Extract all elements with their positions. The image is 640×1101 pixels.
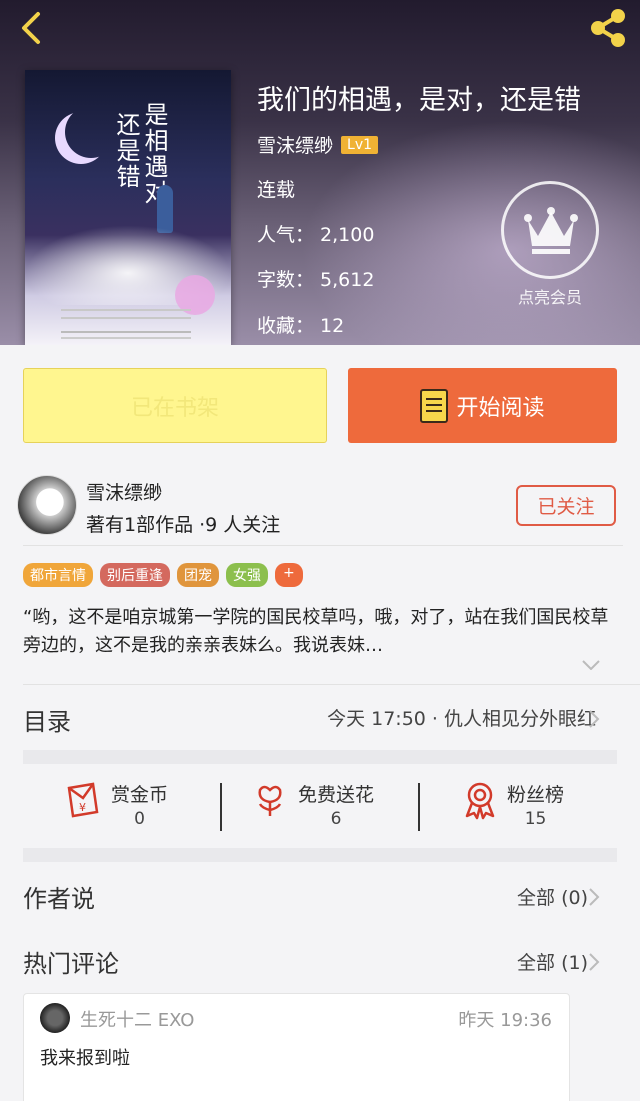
hot-comments-all[interactable]: 全部 (1): [517, 948, 588, 975]
reward-coins[interactable]: ¥ 赏金币 0: [63, 780, 168, 829]
send-flowers-label: 免费送花: [298, 784, 375, 806]
author-row[interactable]: 雪沫缥缈 Lv1: [257, 131, 379, 158]
book-synopsis[interactable]: “哟，这不是咱京城第一学院的国民校草吗，哦，对了，站在我们国民校草旁边的，这不是…: [23, 604, 620, 660]
toc-label[interactable]: 目录: [23, 702, 71, 737]
tag-item[interactable]: 都市言情: [23, 563, 93, 587]
tag-item[interactable]: 女强: [226, 563, 268, 587]
book-header: 是相遇对 还是错 我们的相遇，是对，还是错 雪沫缥缈 Lv1 连载 人气： 2,1…: [0, 0, 640, 345]
author-avatar[interactable]: [17, 475, 77, 535]
followed-button[interactable]: 已关注: [516, 485, 616, 526]
chevron-right-icon[interactable]: [588, 709, 600, 729]
favorites-label: 收藏：: [257, 315, 315, 337]
favorites-stat: 收藏： 12: [257, 311, 344, 338]
divider: [23, 545, 623, 546]
flower-icon: [258, 785, 282, 816]
author-works: 著有1部作品 ·9 人关注: [86, 514, 281, 536]
divider: [23, 684, 640, 685]
latest-chapter[interactable]: 今天 17:50 · 仇人相见分外眼红: [327, 704, 596, 731]
level-badge: Lv1: [341, 135, 379, 154]
start-reading-button[interactable]: 开始阅读: [348, 368, 617, 443]
back-icon[interactable]: [14, 8, 54, 48]
commenter-avatar[interactable]: [40, 1003, 70, 1033]
more-tags-button[interactable]: +: [275, 563, 303, 587]
status-text: 连载: [257, 179, 296, 201]
svg-text:¥: ¥: [79, 801, 86, 814]
in-shelf-button[interactable]: 已在书架: [23, 368, 327, 443]
divider: [418, 783, 420, 831]
author-card-name[interactable]: 雪沫缥缈: [86, 478, 162, 505]
send-flowers-value: 6: [330, 809, 342, 829]
cover-fine-print: [61, 331, 191, 333]
vip-label[interactable]: 点亮会员: [500, 284, 600, 308]
words-stat: 字数： 5,612: [257, 265, 374, 292]
cover-title-left: 还是错: [112, 112, 140, 190]
fan-ranking-label: 粉丝榜: [507, 784, 565, 806]
words-label: 字数：: [257, 269, 315, 291]
author-name[interactable]: 雪沫缥缈: [257, 131, 333, 158]
chevron-down-icon[interactable]: [582, 660, 600, 670]
book-title: 我们的相遇，是对，还是错: [257, 85, 581, 116]
reward-coins-label: 赏金币: [111, 784, 169, 806]
medal-icon: [465, 782, 495, 820]
chevron-right-icon[interactable]: [588, 952, 600, 972]
book-cover[interactable]: 是相遇对 还是错: [25, 70, 231, 345]
fan-ranking[interactable]: 粉丝榜 15: [461, 780, 564, 829]
commenter-name[interactable]: 生死十二 EXO: [80, 1006, 194, 1032]
words-value: 5,612: [320, 269, 375, 291]
section-band: [23, 848, 617, 862]
comment-card[interactable]: 生死十二 EXO 昨天 19:36 我来报到啦: [23, 993, 570, 1101]
tag-item[interactable]: 团宠: [177, 563, 219, 587]
popularity-value: 2,100: [320, 224, 375, 246]
crown-icon: [524, 207, 578, 254]
author-says-all[interactable]: 全部 (0): [517, 883, 588, 910]
popularity-stat: 人气： 2,100: [257, 220, 374, 247]
popularity-label: 人气：: [257, 224, 315, 246]
reward-coins-value: 0: [134, 809, 145, 829]
author-says-label[interactable]: 作者说: [23, 879, 95, 914]
hot-comments-label[interactable]: 热门评论: [23, 944, 119, 979]
vip-button[interactable]: [501, 181, 599, 279]
share-icon[interactable]: [586, 6, 630, 50]
section-band: [23, 750, 617, 764]
tag-item[interactable]: 别后重逢: [100, 563, 170, 587]
favorites-value: 12: [320, 315, 345, 337]
start-reading-label: 开始阅读: [456, 395, 545, 421]
fan-ranking-value: 15: [524, 809, 547, 829]
moon-illustration: [65, 106, 117, 158]
send-flowers[interactable]: 免费送花 6: [250, 780, 374, 829]
divider: [220, 783, 222, 831]
tag-list: 都市言情 别后重逢 团宠 女强 +: [23, 563, 303, 587]
red-envelope-icon: ¥: [67, 782, 99, 818]
cover-seal: [175, 275, 215, 315]
comment-time: 昨天 19:36: [458, 1010, 552, 1031]
chevron-right-icon[interactable]: [588, 887, 600, 907]
book-icon: [420, 388, 449, 423]
comment-text: 我来报到啦: [40, 1048, 130, 1069]
